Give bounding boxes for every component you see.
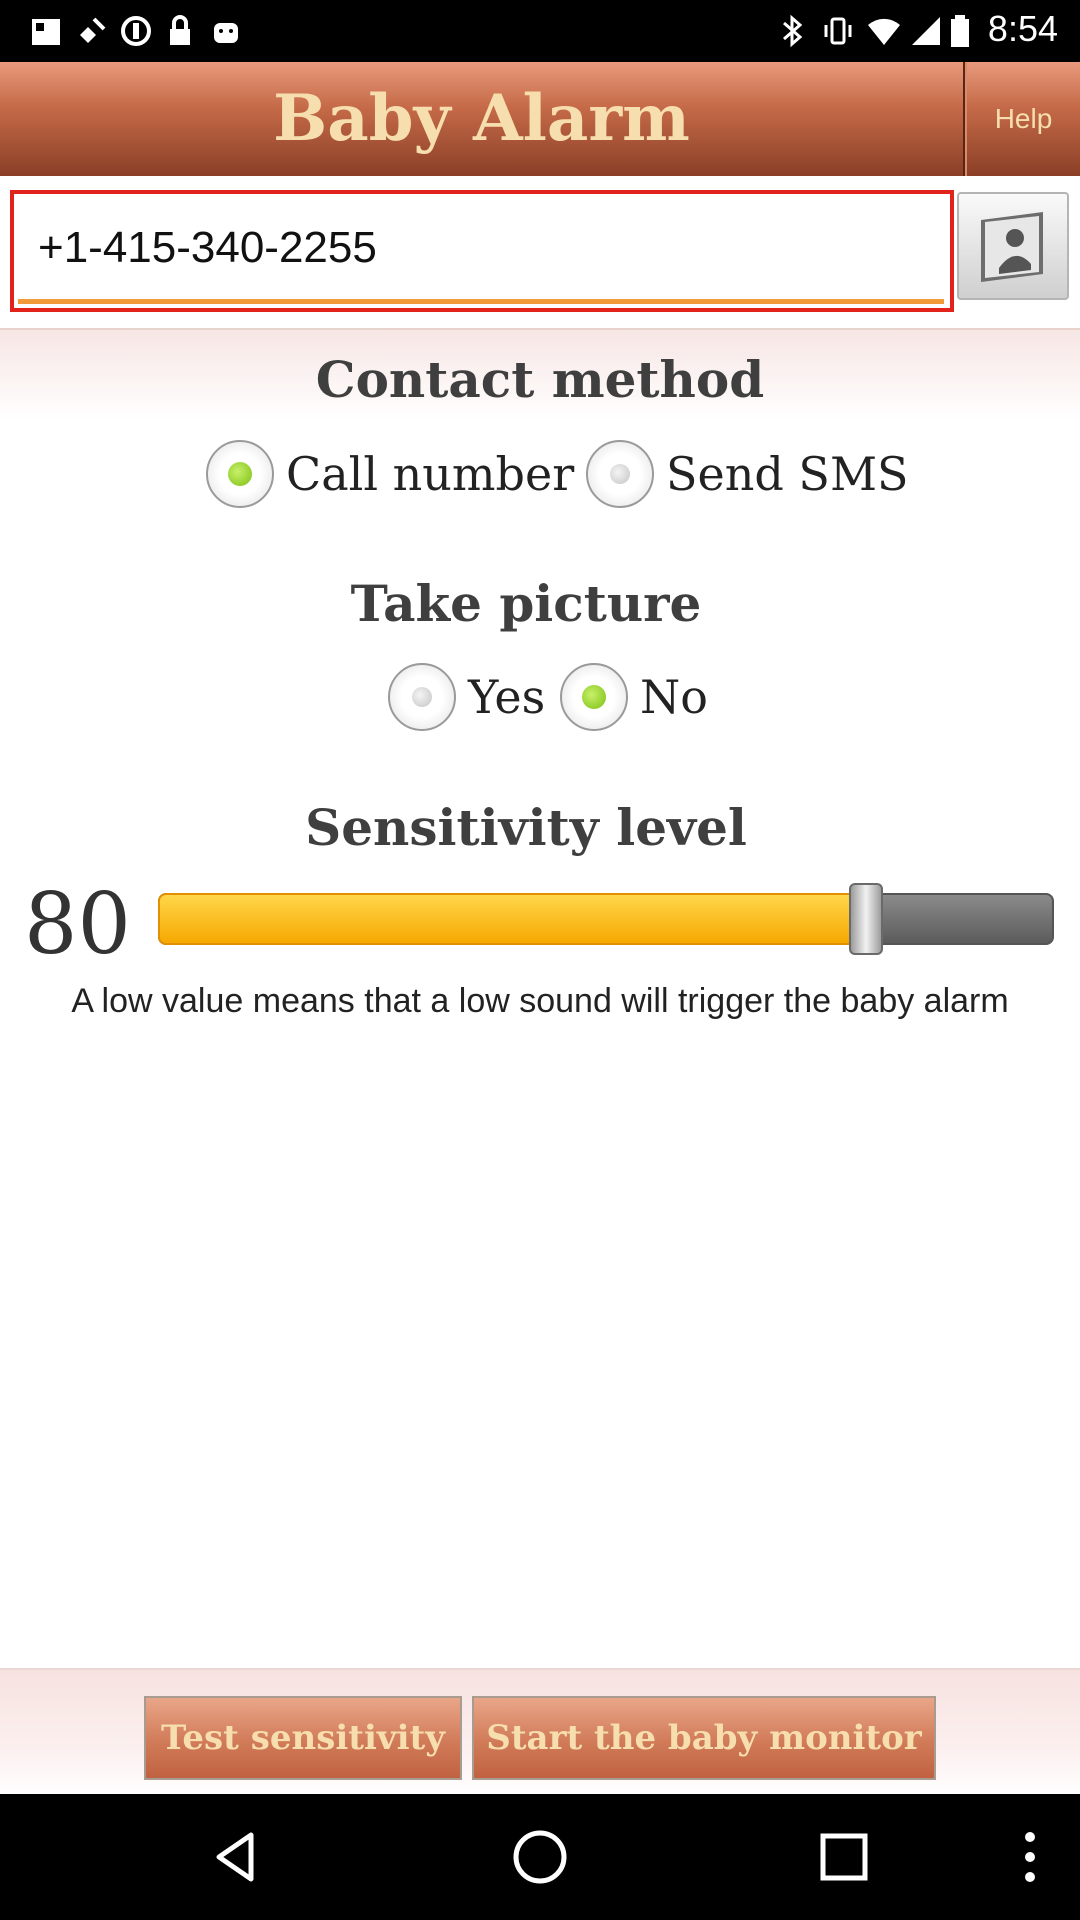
battery-icon — [951, 15, 969, 47]
status-time: 8:54 — [987, 8, 1058, 49]
lock-icon — [170, 15, 190, 45]
radio-no[interactable]: No — [560, 657, 708, 737]
back-icon[interactable] — [205, 1827, 265, 1887]
take-picture-heading: Take picture — [350, 574, 702, 633]
more-options-icon[interactable] — [1000, 1827, 1060, 1887]
satellite-icon — [80, 17, 106, 43]
android-icon — [214, 23, 238, 43]
sensitivity-value: 80 — [24, 875, 131, 973]
take-picture-radio-group: Yes No — [0, 657, 1080, 737]
footer-bar: Test sensitivity Start the baby monitor — [0, 1668, 1080, 1796]
contact-method-radio-group: Call number Send SMS — [0, 434, 1080, 514]
sensitivity-heading: Sensitivity level — [305, 798, 747, 857]
contacts-button[interactable] — [957, 192, 1069, 300]
signal-icon — [912, 17, 940, 45]
phone-section — [0, 176, 1080, 330]
sensitivity-slider[interactable] — [158, 883, 1054, 955]
radio-button — [206, 440, 274, 508]
radio-unselected-dot — [412, 687, 432, 707]
contact-method-heading: Contact method — [315, 350, 765, 409]
radio-label: Call number — [286, 447, 575, 501]
vibrate-icon — [824, 17, 852, 45]
radio-label: Yes — [468, 670, 546, 724]
home-icon[interactable] — [510, 1827, 570, 1887]
app-title: Baby Alarm — [273, 81, 690, 156]
radio-yes[interactable]: Yes — [388, 657, 545, 737]
radio-label: Send SMS — [666, 447, 909, 501]
contact-book-icon — [981, 212, 1043, 282]
wifi-icon — [868, 18, 900, 45]
recent-apps-icon[interactable] — [814, 1827, 874, 1887]
radio-selected-dot — [228, 462, 252, 486]
status-bar: 8:54 — [0, 0, 1080, 62]
fake-gps-icon — [32, 19, 60, 45]
radio-send-sms[interactable]: Send SMS — [586, 434, 909, 514]
radio-label: No — [640, 670, 708, 724]
slider-fill — [158, 893, 866, 945]
navigation-bar — [0, 1794, 1080, 1920]
bluetooth-icon — [783, 14, 803, 48]
settings-panel: Contact method Call number Send SMS Take… — [0, 330, 1080, 1668]
sensitivity-hint: A low value means that a low sound will … — [71, 982, 1009, 1020]
test-sensitivity-button[interactable]: Test sensitivity — [144, 1696, 462, 1780]
slider-thumb[interactable] — [849, 883, 883, 955]
radio-button — [560, 663, 628, 731]
radio-call-number[interactable]: Call number — [206, 434, 574, 514]
sync-icon — [121, 16, 151, 46]
app-bar: Baby Alarm Help — [0, 62, 1080, 176]
radio-button — [586, 440, 654, 508]
radio-unselected-dot — [610, 464, 630, 484]
radio-button — [388, 663, 456, 731]
help-button[interactable]: Help — [967, 62, 1080, 176]
radio-selected-dot — [582, 685, 606, 709]
phone-number-input[interactable] — [18, 196, 944, 304]
start-baby-monitor-button[interactable]: Start the baby monitor — [472, 1696, 936, 1780]
